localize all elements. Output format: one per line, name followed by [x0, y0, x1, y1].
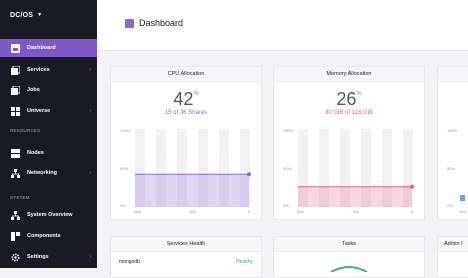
y-label-top: 100% [447, 128, 458, 133]
memory-detail: 30 GiB of 116 GiB [325, 110, 373, 116]
sidebar: DC/OS ▼ Dashboard Services › Jobs Univer… [0, 0, 97, 268]
sidebar-item-dashboard[interactable]: Dashboard [0, 39, 97, 57]
card-title: Tasks [274, 237, 424, 252]
y-label-top: 100% [120, 128, 131, 133]
cpu-usage-point [247, 172, 251, 177]
universe-icon [9, 105, 21, 117]
app-title: DC/OS [10, 11, 34, 19]
components-icon [9, 230, 21, 242]
services-health-card: Services Health mongodb Healthy [110, 236, 262, 278]
x-label-right: 0 [411, 209, 414, 214]
memory-allocation-card: Memory Allocation 26% 30 GiB of 116 GiB … [273, 66, 425, 220]
sidebar-item-services[interactable]: Services › [0, 61, 97, 79]
admin-card: Admin I [437, 236, 468, 278]
sidebar-item-networking[interactable]: Networking › [0, 164, 97, 182]
jobs-icon [9, 84, 21, 96]
page-title-text: Dashboard [139, 18, 184, 28]
page-title: Dashboard [125, 18, 183, 28]
sidebar-item-label: Settings [27, 254, 49, 260]
x-label-left: -60s [133, 209, 141, 214]
tasks-donut-chart [330, 266, 368, 272]
sidebar-item-system-overview[interactable]: System Overview [0, 206, 97, 224]
cpu-allocation-card: CPU Allocation 42% 15 of 36 Shares 100% … [110, 66, 262, 220]
memory-chart [298, 129, 414, 207]
chevron-right-icon: › [89, 67, 91, 73]
cpu-usage-area [135, 174, 249, 207]
memory-usage-point [410, 184, 414, 189]
system-overview-icon [9, 209, 21, 221]
cpu-detail: 15 of 36 Shares [164, 110, 208, 116]
sidebar-item-label: Services [27, 67, 50, 73]
x-label-mid: -30s [351, 209, 359, 214]
section-resources: RESOURCES [10, 128, 41, 133]
x-label-left: -60s [458, 209, 466, 214]
services-icon [9, 64, 21, 76]
sidebar-item-label: Universe [27, 108, 51, 114]
disk-allocation-card: 100% 50% 0% -60s [437, 66, 468, 220]
y-label-bottom: 0% [283, 203, 289, 208]
dashboard-icon [9, 42, 21, 54]
card-title: Services Health [111, 237, 261, 252]
sidebar-item-nodes[interactable]: Nodes [0, 144, 97, 162]
tasks-card: Tasks [273, 236, 425, 278]
y-label-mid: 50% [120, 166, 129, 171]
sidebar-item-components[interactable]: Components [0, 227, 97, 245]
sidebar-item-label: Components [27, 233, 61, 239]
nodes-icon [9, 147, 21, 159]
sidebar-item-jobs[interactable]: Jobs [0, 81, 97, 99]
y-label-top: 100% [283, 128, 294, 133]
section-system: SYSTEM [10, 195, 30, 200]
sidebar-item-label: Nodes [27, 150, 44, 156]
x-label-mid: -30s [188, 209, 196, 214]
disk-usage-marker [460, 195, 465, 201]
sidebar-item-label: Dashboard [27, 45, 56, 51]
service-name[interactable]: mongodb [119, 259, 140, 265]
sidebar-item-label: System Overview [27, 212, 73, 218]
sidebar-item-label: Jobs [27, 87, 40, 93]
y-label-mid: 50% [283, 166, 292, 171]
dashboard-icon [125, 18, 134, 28]
card-title: Admin I [438, 237, 468, 252]
y-label-bottom: 0% [447, 203, 453, 208]
main-content: Dashboard CPU Allocation 42% 15 of 36 Sh… [97, 0, 468, 278]
cpu-percent: 42% [173, 89, 199, 109]
memory-percent: 26% [336, 89, 362, 109]
cpu-chart [135, 129, 251, 207]
x-label-left: -60s [296, 209, 304, 214]
networking-icon [9, 167, 21, 179]
card-title: CPU Allocation [111, 67, 261, 82]
memory-usage-area [298, 186, 412, 207]
y-label-mid: 50% [447, 166, 456, 171]
sidebar-item-label: Networking [27, 170, 57, 176]
y-label-bottom: 0% [120, 203, 126, 208]
card-title: Memory Allocation [274, 67, 424, 82]
sidebar-item-universe[interactable]: Universe › [0, 102, 97, 120]
service-status: Healthy [236, 259, 253, 265]
chevron-right-icon: › [89, 170, 91, 176]
chevron-right-icon: › [89, 108, 91, 114]
sidebar-item-settings[interactable]: Settings › [0, 248, 97, 266]
cluster-menu[interactable]: DC/OS ▼ [0, 0, 97, 30]
chevron-right-icon: › [89, 254, 91, 260]
x-label-right: 0 [248, 209, 251, 214]
gear-icon [9, 251, 21, 263]
chevron-down-icon: ▼ [37, 12, 43, 18]
page-header: Dashboard [97, 0, 468, 51]
